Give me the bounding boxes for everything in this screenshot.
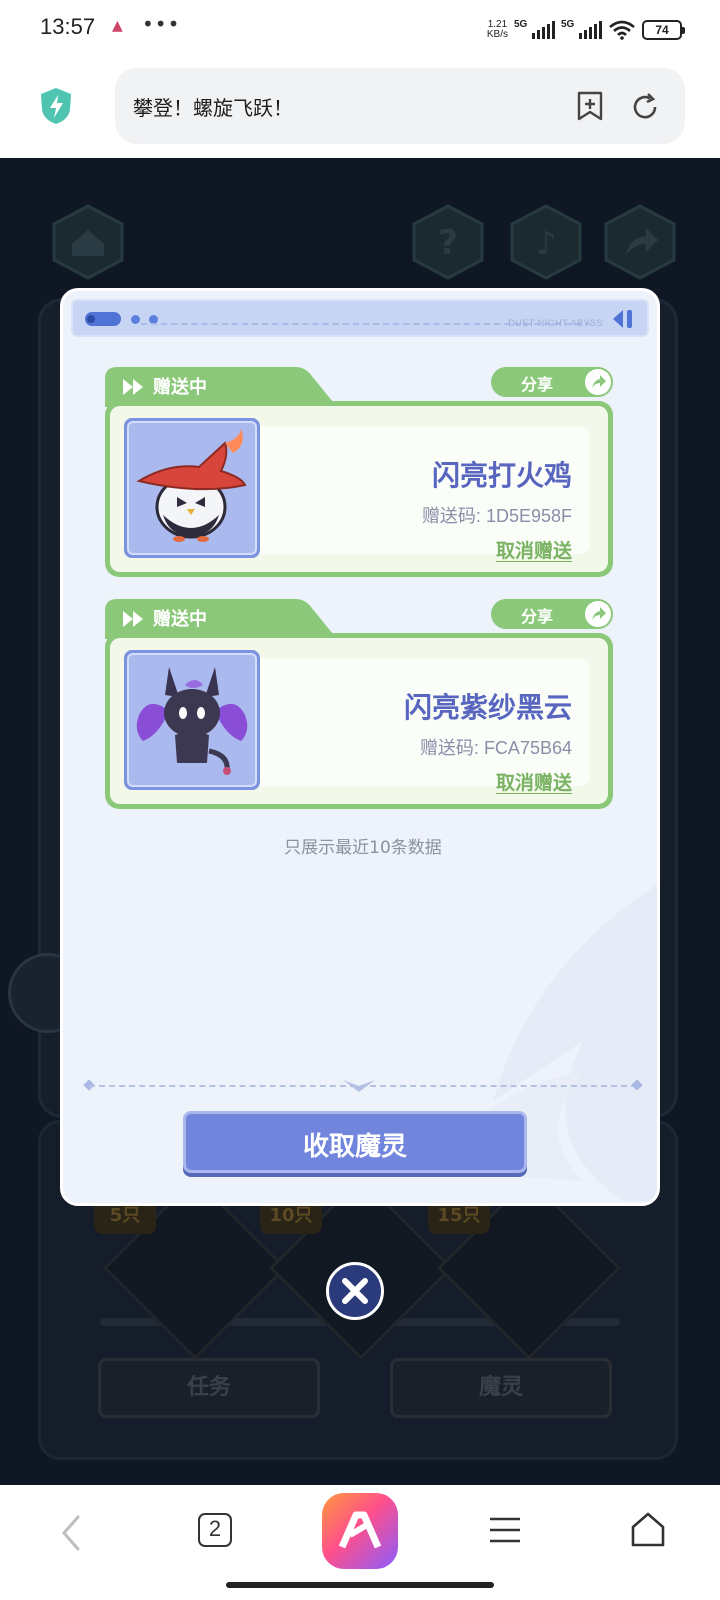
collect-spirits-label: 收取魔灵 — [302, 1132, 407, 1162]
background-tab-tasks: 任务 — [98, 1358, 320, 1418]
share-label: 分享 — [521, 607, 554, 626]
more-notifications-icon: ••• — [142, 12, 181, 36]
share-game-icon — [604, 204, 676, 280]
network-speed: 1.21 KB/s — [487, 20, 508, 40]
browser-toolbar: 攀登！螺旋飞跃！ — [0, 60, 720, 158]
header-pill-icon — [85, 312, 121, 326]
gift-code[interactable]: 赠送码: FCA75B64 — [420, 734, 572, 760]
share-arrow-icon — [585, 369, 611, 395]
svg-text:♪: ♪ — [536, 224, 556, 262]
brand-label: DUET NIGHT ABYSS — [508, 318, 603, 328]
status-indicators: 1.21 KB/s 5G 5G 74 — [487, 16, 685, 44]
collapse-chevron-icon — [613, 310, 632, 328]
music-icon: ♪ — [510, 204, 582, 280]
refresh-icon[interactable] — [630, 92, 660, 122]
close-icon — [342, 1278, 368, 1304]
shield-icon[interactable] — [38, 86, 74, 126]
dark-cloud-avatar-icon — [136, 667, 248, 775]
menu-icon[interactable] — [488, 1515, 522, 1545]
share-label: 分享 — [521, 375, 554, 394]
cake-notification-icon: ▲ — [112, 18, 123, 34]
home-nav-icon[interactable] — [630, 1511, 666, 1549]
signal-1-icon: 5G — [514, 19, 555, 39]
close-modal-button[interactable] — [326, 1262, 384, 1320]
back-icon[interactable] — [58, 1513, 84, 1553]
sim2-label: 5G — [561, 19, 575, 30]
gift-code[interactable]: 赠送码: 1D5E958F — [422, 502, 572, 528]
ai-assistant-button[interactable] — [322, 1493, 398, 1569]
gift-info-panel: 闪亮紫纱黑云 赠送码: FCA75B64 取消赠送 — [240, 658, 590, 794]
gift-info-panel: 闪亮打火鸡 赠送码: 1D5E958F 取消赠送 — [240, 426, 590, 562]
browser-bottom-nav: 2 — [0, 1485, 720, 1600]
signal-2-icon: 5G — [561, 19, 602, 39]
recent-records-note: 只展示最近10条数据 — [284, 838, 442, 858]
fire-chicken-avatar-icon — [136, 429, 247, 542]
gift-card-body: 闪亮紫纱黑云 赠送码: FCA75B64 取消赠送 — [105, 633, 613, 809]
pet-name: 闪亮打火鸡 — [431, 459, 572, 492]
sim1-label: 5G — [514, 19, 528, 30]
gift-card-body: 闪亮打火鸡 赠送码: 1D5E958F 取消赠送 — [105, 401, 613, 577]
gift-status-label: 赠送中 — [153, 377, 207, 398]
header-dot-icon — [131, 315, 140, 324]
ai-logo-icon — [338, 1511, 382, 1549]
gift-modal: DUET NIGHT ABYSS 赠送中 分享 闪亮打火鸡 赠送码: 1D5E9… — [60, 288, 660, 1206]
share-button[interactable]: 分享 — [491, 599, 613, 629]
home-icon — [52, 204, 124, 280]
share-arrow-icon — [585, 601, 611, 627]
pet-avatar-frame — [124, 418, 260, 558]
net-speed-unit: KB/s — [486, 29, 508, 40]
pet-name: 闪亮紫纱黑云 — [403, 691, 572, 724]
help-icon: ? — [412, 204, 484, 280]
collect-spirits-button[interactable]: 收取魔灵 — [183, 1111, 527, 1173]
pet-avatar-frame — [124, 650, 260, 790]
cancel-gift-link[interactable]: 取消赠送 — [496, 768, 572, 795]
gift-card: 赠送中 分享 闪亮紫纱黑云 赠送码: FCA75B64 取消赠送 — [105, 599, 613, 809]
battery-indicator: 74 — [642, 20, 685, 40]
chevron-down-icon — [343, 1080, 375, 1092]
svg-text:?: ? — [438, 223, 458, 263]
share-button[interactable]: 分享 — [491, 367, 613, 397]
status-time: 13:57 — [40, 14, 96, 39]
game-canvas: ? ♪ 5只 10只 15只 任务 魔灵 DUET NIGHT ABYSS 赠送… — [0, 158, 720, 1485]
add-bookmark-icon[interactable] — [575, 90, 605, 122]
modal-header-strip: DUET NIGHT ABYSS — [71, 299, 649, 337]
fast-forward-icon — [123, 379, 143, 395]
gift-card: 赠送中 分享 闪亮打火鸡 赠送码: 1D5E958F 取消赠送 — [105, 367, 613, 577]
address-bar[interactable]: 攀登！螺旋飞跃！ — [115, 68, 685, 144]
gesture-home-bar[interactable] — [226, 1582, 494, 1588]
wifi-icon — [609, 20, 635, 40]
fast-forward-icon — [123, 611, 143, 627]
background-tab-spirits: 魔灵 — [390, 1358, 612, 1418]
gift-status-label: 赠送中 — [153, 609, 207, 630]
status-bar: 13:57 ▲ ••• 1.21 KB/s 5G 5G 74 — [0, 0, 720, 60]
tab-switcher-button[interactable]: 2 — [198, 1513, 232, 1547]
page-title: 攀登！螺旋飞跃！ — [133, 96, 293, 120]
cancel-gift-link[interactable]: 取消赠送 — [496, 536, 572, 563]
